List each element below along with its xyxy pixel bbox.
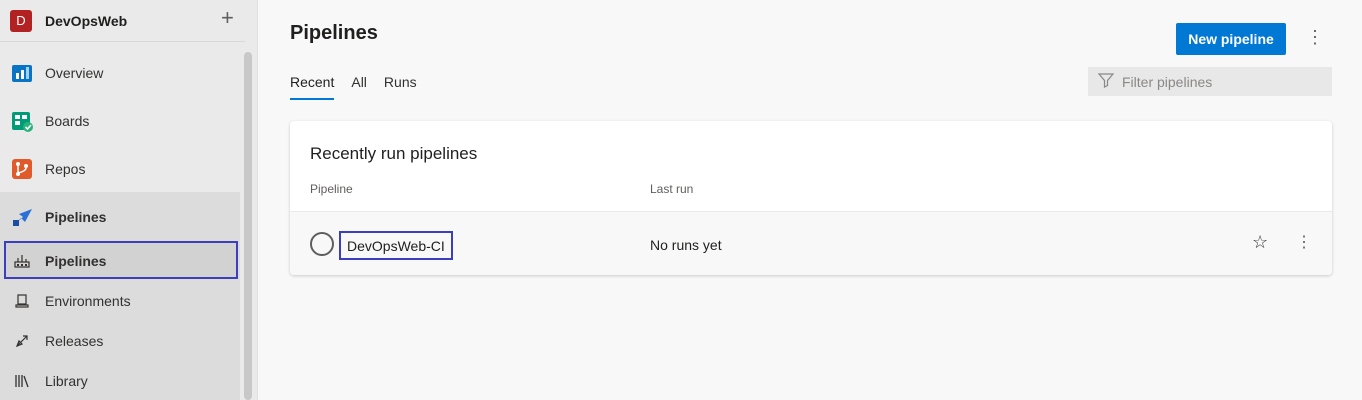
- new-pipeline-button[interactable]: New pipeline: [1176, 23, 1286, 55]
- recent-pipelines-card: Recently run pipelines Pipeline Last run…: [290, 121, 1332, 275]
- sidebar-item-label: Overview: [45, 65, 104, 81]
- sidebar-item-library[interactable]: Library: [0, 361, 238, 400]
- page-title: Pipelines: [290, 22, 378, 44]
- sidebar-item-label: Releases: [45, 333, 104, 349]
- filter-input[interactable]: [1122, 73, 1322, 90]
- row-more-options-icon[interactable]: ⋮: [1296, 232, 1312, 252]
- sidebar-item-environments[interactable]: Environments: [0, 281, 238, 321]
- table-row[interactable]: DevOpsWeb-CI No runs yet ☆ ⋮: [290, 211, 1332, 275]
- pipeline-name-link[interactable]: DevOpsWeb-CI: [339, 231, 453, 260]
- sidebar-item-boards[interactable]: Boards: [0, 101, 238, 141]
- tab-recent[interactable]: Recent: [290, 74, 335, 100]
- add-icon[interactable]: +: [221, 7, 234, 29]
- project-avatar: D: [10, 9, 32, 32]
- pipelines-sub-icon: [10, 249, 34, 273]
- sidebar-item-releases[interactable]: Releases: [0, 321, 238, 361]
- last-run-value: No runs yet: [650, 237, 722, 253]
- sidebar-item-repos[interactable]: Repos: [0, 149, 238, 189]
- sidebar-item-label: Repos: [45, 161, 86, 177]
- sidebar-item-pipelines-sub[interactable]: Pipelines: [0, 241, 238, 281]
- more-options-icon[interactable]: ⋮: [1306, 27, 1324, 47]
- boards-icon: [10, 109, 34, 133]
- sidebar-item-label: Environments: [45, 293, 131, 309]
- column-header-pipeline: Pipeline: [310, 182, 353, 196]
- tab-runs[interactable]: Runs: [384, 74, 417, 100]
- library-icon: [10, 369, 34, 393]
- sidebar-item-label: Pipelines: [45, 209, 107, 225]
- sidebar-item-pipelines[interactable]: Pipelines: [0, 197, 238, 237]
- repos-icon: [10, 157, 34, 181]
- filter-box[interactable]: [1088, 67, 1332, 96]
- status-circle-icon: [310, 232, 334, 256]
- sidebar-item-label: Boards: [45, 113, 90, 129]
- sidebar: D DevOpsWeb + Overview Boards Repos Pipe…: [0, 0, 258, 400]
- overview-icon: [10, 61, 34, 85]
- sidebar-item-overview[interactable]: Overview: [0, 53, 238, 93]
- project-name[interactable]: DevOpsWeb: [45, 13, 127, 29]
- column-header-last-run: Last run: [650, 182, 694, 196]
- project-header[interactable]: D DevOpsWeb: [0, 0, 245, 42]
- environments-icon: [10, 289, 34, 313]
- filter-icon: [1097, 72, 1115, 91]
- releases-icon: [10, 329, 34, 353]
- sidebar-item-label: Library: [45, 373, 88, 389]
- tab-all[interactable]: All: [351, 74, 367, 100]
- sidebar-item-label: Pipelines: [45, 253, 107, 269]
- pipelines-icon: [10, 205, 34, 229]
- favorite-star-icon[interactable]: ☆: [1252, 232, 1268, 253]
- card-title: Recently run pipelines: [310, 144, 478, 163]
- tab-bar: Recent All Runs: [290, 74, 434, 100]
- sidebar-scrollbar[interactable]: [244, 52, 252, 400]
- main-content: Pipelines New pipeline ⋮ Recent All Runs…: [258, 0, 1362, 400]
